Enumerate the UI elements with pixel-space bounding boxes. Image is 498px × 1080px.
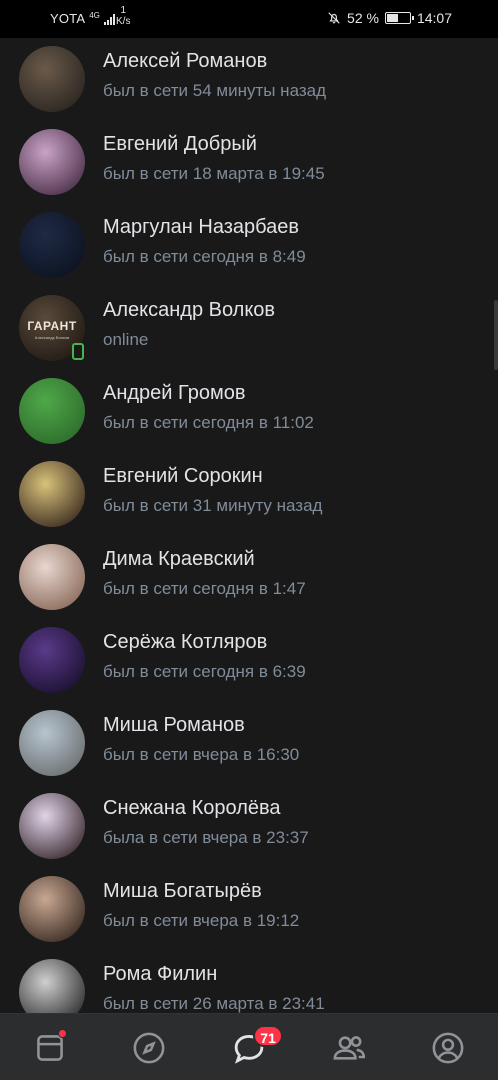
carrier-label: YOTA	[50, 11, 86, 26]
status-right: 52 % 14:07	[327, 10, 452, 26]
contact-status: был в сети 18 марта в 19:45	[103, 164, 325, 183]
contact-row[interactable]: Андрей Громов был в сети сегодня в 11:02	[0, 370, 498, 453]
contact-name: Маргулан Назарбаев	[103, 216, 300, 238]
contact-name: Евгений Добрый	[103, 133, 257, 155]
battery-icon	[384, 12, 414, 24]
messages-badge: 71	[253, 1025, 283, 1047]
contact-avatar[interactable]	[19, 212, 85, 278]
tab-news[interactable]	[30, 1028, 70, 1068]
contact-row[interactable]: Миша Богатырёв был в сети вчера в 19:12	[0, 868, 498, 951]
contact-row[interactable]: ГАРАНТ Александр Волков Александр Волков on…	[0, 287, 498, 370]
contact-avatar[interactable]	[19, 544, 85, 610]
clock: 14:07	[416, 10, 452, 26]
battery-percent: 52 %	[347, 10, 379, 26]
contact-row[interactable]: Снежана Королёва была в сети вчера в 23:3…	[0, 785, 498, 868]
profile-icon	[432, 1032, 464, 1064]
compass-icon	[133, 1032, 165, 1064]
contact-name: Андрей Громов	[103, 382, 246, 404]
tab-discover[interactable]	[129, 1028, 169, 1068]
contact-avatar[interactable]	[19, 793, 85, 859]
contact-row[interactable]: Дима Краевский был в сети сегодня в 1:47	[0, 536, 498, 619]
contact-status: была в сети вчера в 23:37	[103, 828, 309, 847]
contact-avatar[interactable]	[19, 876, 85, 942]
contact-status: был в сети вчера в 19:12	[103, 911, 300, 930]
contact-row[interactable]: Маргулан Назарбаев был в сети сегодня в 8…	[0, 204, 498, 287]
contact-row[interactable]: Миша Романов был в сети вчера в 16:30	[0, 702, 498, 785]
contact-row[interactable]: Евгений Сорокин был в сети 31 минуту наза…	[0, 453, 498, 536]
contact-status: online	[103, 330, 149, 349]
tab-profile[interactable]	[428, 1028, 468, 1068]
contact-name: Миша Богатырёв	[103, 880, 262, 902]
contact-name: Алексей Романов	[103, 50, 268, 72]
contact-name: Дима Краевский	[103, 548, 255, 570]
tab-friends[interactable]	[329, 1028, 369, 1068]
scrollbar[interactable]	[494, 300, 498, 370]
contact-status: был в сети сегодня в 8:49	[103, 247, 306, 266]
contact-name: Миша Романов	[103, 714, 245, 736]
contact-name: Серёжа Котляров	[103, 631, 268, 653]
contact-status: был в сети 31 минуту назад	[103, 496, 323, 515]
speed-unit: K/s	[116, 16, 131, 27]
signal-icon	[103, 13, 115, 25]
avatar-overlay-subtitle: Александр Волков	[34, 335, 70, 340]
contact-name: Снежана Королёва	[103, 797, 281, 819]
contact-row[interactable]: Евгений Добрый был в сети 18 марта в 19:4…	[0, 121, 498, 204]
network-type: 4G	[89, 10, 100, 20]
contact-status: был в сети сегодня в 11:02	[103, 413, 314, 432]
online-mobile-icon	[72, 343, 84, 360]
network-speed: 1 K/s	[116, 5, 130, 27]
contact-name: Рома Филин	[103, 963, 218, 985]
bottom-tab-bar: 71	[0, 1013, 498, 1080]
contact-name: Александр Волков	[103, 299, 276, 321]
contact-name: Евгений Сорокин	[103, 465, 263, 487]
contact-status: был в сети 26 марта в 23:41	[103, 994, 325, 1013]
contact-status: был в сети сегодня в 1:47	[103, 579, 306, 598]
contact-avatar[interactable]	[19, 46, 85, 112]
speed-value: 1	[120, 5, 126, 16]
contact-avatar[interactable]	[19, 378, 85, 444]
contact-status: был в сети вчера в 16:30	[103, 745, 300, 764]
contact-list[interactable]: Алексей Романов был в сети 54 минуты наза…	[0, 38, 498, 1013]
tab-messages[interactable]: 71	[229, 1025, 283, 1068]
contact-status: был в сети 54 минуты назад	[103, 81, 327, 100]
status-left: YOTA 4G	[50, 11, 115, 26]
contact-status: был в сети сегодня в 6:39	[103, 662, 306, 681]
contact-row[interactable]: Серёжа Котляров был в сети сегодня в 6:39	[0, 619, 498, 702]
status-bar: YOTA 4G 1 K/s 52 % 14:07	[0, 0, 498, 38]
news-notification-dot	[58, 1029, 67, 1038]
avatar-overlay-title: ГАРАНТ	[27, 319, 77, 333]
contact-avatar[interactable]	[19, 461, 85, 527]
bell-off-icon	[328, 12, 340, 24]
contact-avatar[interactable]	[19, 959, 85, 1013]
contact-avatar[interactable]	[19, 627, 85, 693]
contact-avatar[interactable]	[19, 129, 85, 195]
friends-icon	[333, 1036, 366, 1060]
contact-avatar[interactable]	[19, 710, 85, 776]
contact-row[interactable]: Алексей Романов был в сети 54 минуты наза…	[0, 38, 498, 121]
contact-row[interactable]: Рома Филин был в сети 26 марта в 23:41	[0, 951, 498, 1013]
